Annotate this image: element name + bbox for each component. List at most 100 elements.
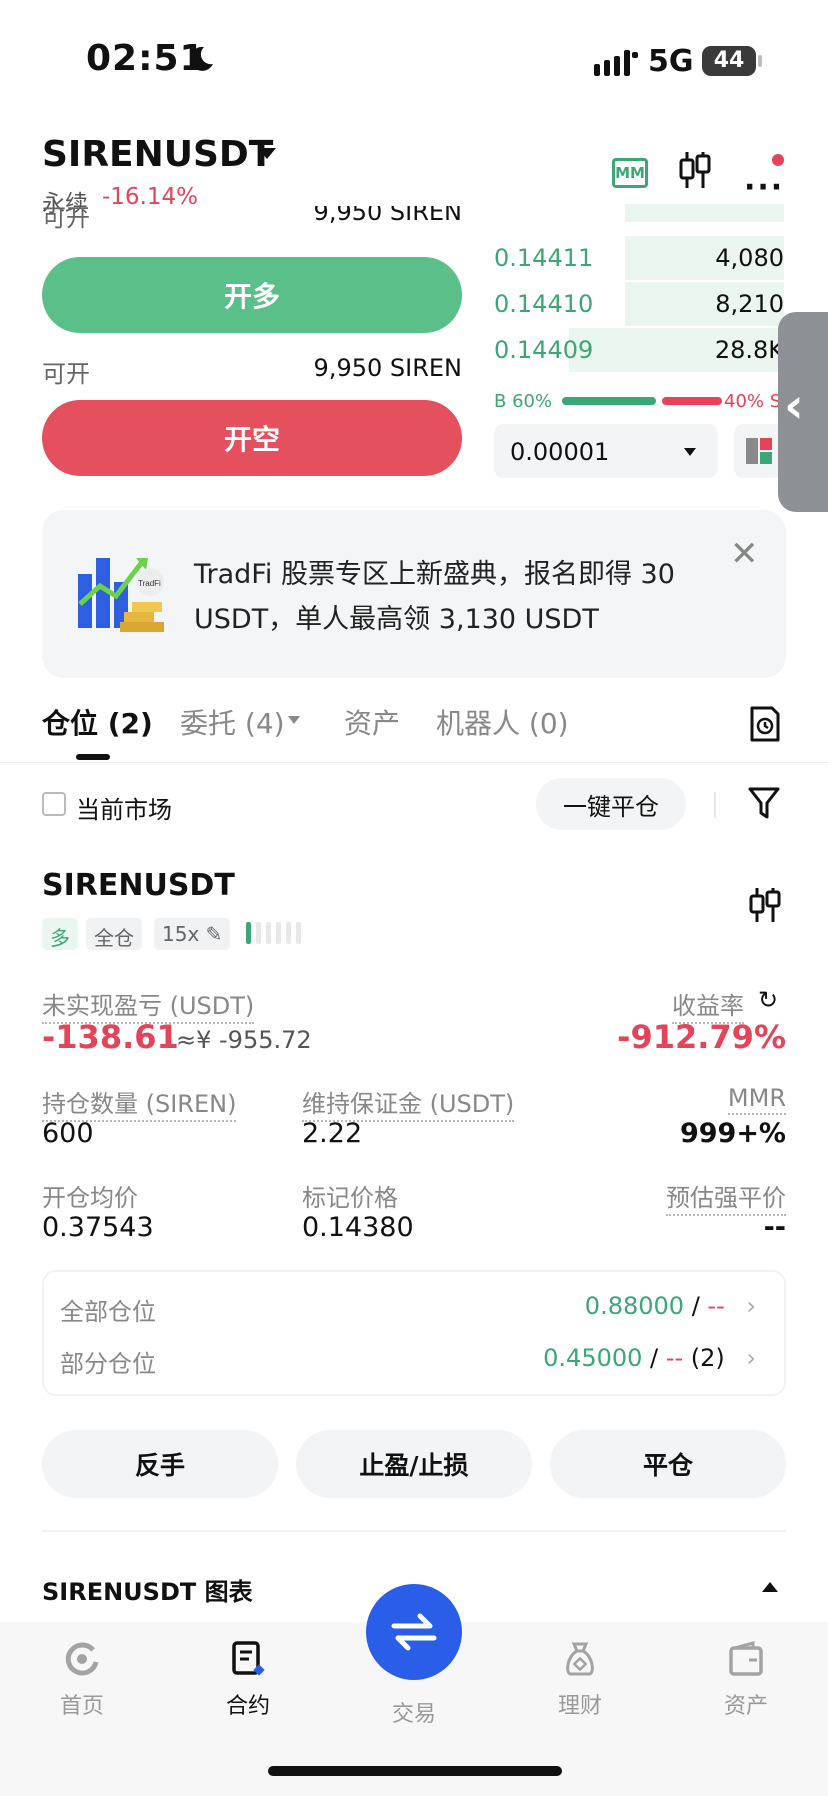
chevron-right-icon: › [746, 1292, 756, 1320]
close-icon[interactable]: ✕ [730, 534, 759, 574]
side-tag: 多 [42, 918, 78, 950]
open-long-amount: 9,950 SIREN [313, 206, 462, 226]
orderbook-row[interactable]: 0.14411 4,080 [494, 236, 784, 280]
chevron-right-icon: › [746, 1344, 756, 1372]
position-qty-label[interactable]: 持仓数量 (SIREN) [42, 1084, 237, 1122]
roe-value: -912.79% [617, 1018, 786, 1056]
mmr-value: 999+% [679, 1118, 786, 1149]
orderbook-price: 0.14411 [494, 244, 594, 272]
banner-text[interactable]: TradFi 股票专区上新盛典，报名即得 30 USDT，单人最高领 3,130… [194, 552, 718, 642]
orderbook-qty: 28.8K [714, 336, 784, 364]
money-bag-icon [566, 1642, 594, 1676]
buy-ratio-bar [562, 397, 656, 405]
nav-assets-label: 资产 [723, 1694, 768, 1719]
risk-bar [296, 922, 301, 944]
symbol-selector[interactable]: SIRENUSDT [42, 134, 273, 175]
candlestick-chart-icon[interactable] [678, 150, 712, 190]
close-all-button[interactable]: 一键平仓 [536, 778, 686, 830]
orderbook-qty: 8,210 [715, 290, 784, 318]
unrealized-pnl-cny: ≈¥ -955.72 [176, 1026, 312, 1054]
contract-icon [232, 1641, 265, 1676]
orderbook-row[interactable]: 0.14410 8,210 [494, 282, 784, 326]
tpsl-row-partial-position[interactable]: 部分仓位 0.45000 / -- (2) › [60, 1344, 756, 1379]
entry-price-label: 开仓均价 [42, 1184, 138, 1212]
tpsl-all-values: 0.88000 / -- › [585, 1292, 756, 1327]
orderbook-row-partial [494, 204, 784, 222]
divider [714, 792, 716, 818]
nav-trade-label[interactable]: 交易 [354, 1696, 474, 1728]
separator: / [650, 1344, 659, 1372]
orderbook-price: 0.14409 [494, 336, 594, 364]
trade-button[interactable] [366, 1584, 462, 1680]
risk-bar [276, 922, 281, 944]
refresh-icon[interactable]: ↻ [758, 986, 778, 1014]
caret-up-icon[interactable] [762, 1582, 778, 1592]
nav-contract[interactable]: 合约 [188, 1640, 308, 1720]
take-profit-value: 0.45000 [543, 1344, 643, 1372]
orderbook-qty: 4,080 [715, 244, 784, 272]
divider [0, 762, 828, 763]
tpsl-all-label: 全部仓位 [60, 1298, 156, 1326]
mm-icon[interactable]: MM [612, 158, 648, 188]
open-short-button[interactable]: 开空 [42, 400, 462, 476]
active-tab-indicator [76, 754, 110, 760]
partial-count: (2) [690, 1344, 725, 1372]
buy-ratio: B 60% [494, 391, 553, 412]
candlestick-chart-icon[interactable] [748, 886, 782, 924]
nav-home-label: 首页 [59, 1694, 104, 1719]
stock-chart-illustration: TradFi [78, 558, 164, 632]
history-icon[interactable] [748, 706, 780, 742]
liquidation-price-label[interactable]: 预估强平价 [666, 1178, 786, 1216]
close-position-button[interactable]: 平仓 [550, 1430, 786, 1498]
position-symbol[interactable]: SIRENUSDT [42, 868, 235, 903]
edit-icon: ✎ [205, 922, 223, 946]
current-market-label[interactable]: 当前市场 [76, 790, 172, 825]
tab-bots[interactable]: 机器人 (0) [436, 702, 569, 742]
tpsl-partial-label: 部分仓位 [60, 1350, 156, 1378]
leverage-tag[interactable]: 15x ✎ [154, 918, 231, 950]
leverage-value: 15x [162, 922, 200, 946]
swap-icon [391, 1613, 437, 1651]
caret-down-icon[interactable] [684, 448, 696, 456]
caret-down-icon[interactable] [258, 148, 276, 159]
tpsl-row-all-position[interactable]: 全部仓位 0.88000 / -- › [60, 1292, 756, 1327]
open-long-available: 可开 9,950 SIREN [42, 206, 462, 234]
mmr-label[interactable]: MMR [727, 1084, 786, 1115]
stop-loss-value: -- [665, 1344, 684, 1372]
tab-orders[interactable]: 委托 (4) [180, 702, 285, 742]
caret-down-icon[interactable] [288, 716, 300, 724]
notification-dot [772, 154, 784, 166]
separator: / [691, 1292, 700, 1320]
take-profit-value: 0.88000 [584, 1292, 685, 1320]
nav-assets[interactable]: 资产 [686, 1640, 806, 1720]
battery-tip [758, 55, 762, 67]
tpsl-button[interactable]: 止盈/止损 [296, 1430, 532, 1498]
entry-price-value: 0.37543 [42, 1212, 154, 1243]
more-icon[interactable]: ··· [744, 170, 784, 205]
sell-ratio: 40% S [724, 391, 782, 412]
signal-icon [594, 50, 638, 76]
risk-bar [286, 922, 291, 944]
orderbook-row[interactable]: 0.14409 28.8K [494, 328, 784, 372]
maintenance-margin-label[interactable]: 维持保证金 (USDT) [302, 1084, 515, 1122]
banner-art-label: TradFi [138, 579, 161, 588]
tab-assets[interactable]: 资产 [344, 702, 400, 742]
position-qty-value: 600 [42, 1118, 94, 1149]
tab-positions[interactable]: 仓位 (2) [42, 702, 153, 742]
nav-contract-label: 合约 [225, 1694, 270, 1719]
chart-section-title[interactable]: SIRENUSDT 图表 [42, 1572, 253, 1607]
wallet-icon [729, 1641, 763, 1676]
chevron-left-icon[interactable]: ‹ [784, 378, 804, 434]
current-market-checkbox[interactable] [42, 792, 66, 816]
nav-home[interactable]: 首页 [22, 1640, 142, 1720]
risk-bar [256, 922, 261, 944]
risk-bar [266, 922, 271, 944]
network-type: 5G [648, 44, 694, 79]
unrealized-pnl-value: -138.61 [42, 1018, 179, 1056]
filter-icon[interactable] [748, 786, 780, 820]
maintenance-margin-value: 2.22 [302, 1118, 363, 1149]
nav-earn[interactable]: 理财 [520, 1640, 640, 1720]
reverse-button[interactable]: 反手 [42, 1430, 278, 1498]
open-long-button[interactable]: 开多 [42, 257, 462, 333]
liquidation-price-value: -- [763, 1212, 786, 1243]
